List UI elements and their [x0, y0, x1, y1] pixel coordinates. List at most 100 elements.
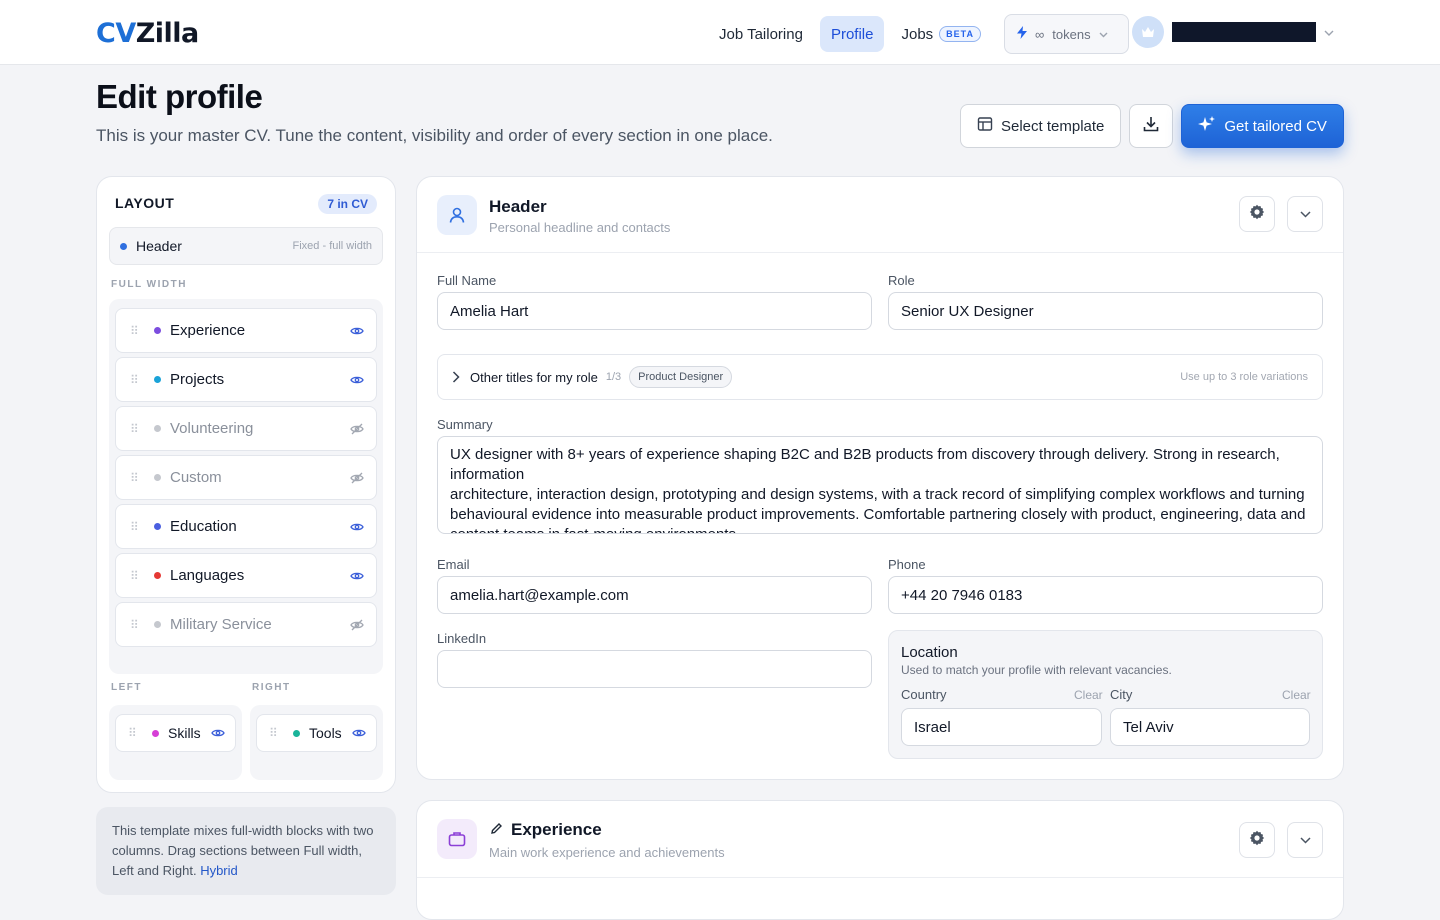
header-section-card: Header Personal headline and contacts Fu…	[416, 176, 1344, 780]
drag-handle-icon[interactable]: ⠿	[130, 471, 142, 485]
section-label: Projects	[170, 371, 225, 388]
city-input[interactable]: Tel Aviv	[1110, 708, 1310, 746]
header-collapse-button[interactable]	[1287, 196, 1323, 232]
nav-jobs[interactable]: Jobs BETA	[890, 16, 992, 52]
eye-off-icon[interactable]	[350, 472, 364, 484]
crown-avatar-icon	[1132, 16, 1164, 48]
chevron-down-icon	[1324, 25, 1334, 39]
summary-line: architecture, interaction design, protot…	[450, 486, 1305, 503]
tokens-label: tokens	[1052, 26, 1091, 42]
pencil-icon[interactable]	[490, 822, 503, 835]
email-input[interactable]: amelia.hart@example.com	[437, 576, 872, 614]
city-label: City	[1110, 687, 1133, 702]
experience-collapse-button[interactable]	[1287, 822, 1323, 858]
role-input[interactable]: Senior UX Designer	[888, 292, 1323, 330]
layout-header-item: Header Fixed - full width	[109, 227, 383, 265]
layout-section-item[interactable]: ⠿ Tools	[256, 714, 377, 752]
section-color-dot	[154, 425, 161, 432]
section-label: Experience	[170, 322, 246, 339]
section-color-dot	[154, 376, 161, 383]
layout-section-item[interactable]: ⠿ Education	[115, 504, 377, 549]
get-tailored-cv-button[interactable]: Get tailored CV	[1181, 104, 1344, 148]
briefcase-icon	[437, 819, 477, 859]
eye-off-icon[interactable]	[350, 619, 364, 631]
eye-off-icon[interactable]	[350, 423, 364, 435]
nav-job-tailoring[interactable]: Job Tailoring	[708, 16, 814, 52]
select-template-label: Select template	[1001, 117, 1105, 135]
cvzilla-logo[interactable]: CVZilla	[96, 18, 199, 49]
full-name-label: Full Name	[437, 273, 497, 288]
layout-hint: This template mixes full-width blocks wi…	[96, 807, 396, 895]
lightning-icon	[1017, 26, 1028, 42]
country-clear-link[interactable]: Clear	[1074, 688, 1103, 702]
gear-icon	[1249, 830, 1265, 851]
location-title: Location	[901, 644, 958, 661]
layout-header-note: Fixed - full width	[292, 240, 372, 252]
layout-section-item[interactable]: ⠿ Skills	[115, 714, 236, 752]
drag-handle-icon[interactable]: ⠿	[130, 324, 142, 338]
experience-card-subtitle: Main work experience and achievements	[489, 845, 725, 860]
nav-jobs-label: Jobs	[901, 25, 934, 43]
layout-panel: LAYOUT 7 in CV Header Fixed - full width…	[96, 176, 396, 793]
chevron-right-icon	[452, 371, 460, 383]
user-menu[interactable]	[1132, 16, 1334, 48]
eye-icon[interactable]	[350, 326, 364, 336]
layout-section-item[interactable]: ⠿ Custom	[115, 455, 377, 500]
eye-icon[interactable]	[350, 571, 364, 581]
role-label: Role	[888, 273, 915, 288]
drag-handle-icon[interactable]: ⠿	[128, 726, 140, 740]
select-template-button[interactable]: Select template	[960, 104, 1122, 148]
tokens-dropdown[interactable]: ∞ tokens	[1004, 14, 1130, 54]
layout-heading: LAYOUT	[115, 195, 175, 211]
email-label: Email	[437, 557, 470, 572]
eye-icon[interactable]	[211, 728, 225, 738]
other-titles-row[interactable]: Other titles for my role 1/3 Product Des…	[437, 354, 1323, 400]
drag-handle-icon[interactable]: ⠿	[130, 569, 142, 583]
beta-badge: BETA	[939, 26, 982, 42]
full-width-dropzone[interactable]: ⠿ Experience ⠿ Projects ⠿ Volunteering ⠿ Custom…	[109, 299, 383, 674]
city-clear-link[interactable]: Clear	[1282, 688, 1311, 702]
main-nav: Job Tailoring Profile Jobs BETA ∞ tokens	[708, 14, 1130, 54]
location-panel: Location Used to match your profile with…	[888, 630, 1323, 759]
country-input[interactable]: Israel	[901, 708, 1102, 746]
in-cv-count-badge: 7 in CV	[318, 194, 377, 214]
layout-section-item[interactable]: ⠿ Volunteering	[115, 406, 377, 451]
section-color-dot	[154, 621, 161, 628]
full-name-input[interactable]: Amelia Hart	[437, 292, 872, 330]
download-button[interactable]	[1129, 104, 1174, 148]
left-column-dropzone[interactable]: ⠿ Skills	[109, 705, 242, 780]
linkedin-input[interactable]	[437, 650, 872, 688]
eye-icon[interactable]	[352, 728, 366, 738]
section-label: Languages	[170, 567, 245, 584]
drag-handle-icon[interactable]: ⠿	[269, 726, 281, 740]
download-icon	[1142, 115, 1160, 137]
location-subtitle: Used to match your profile with relevant…	[901, 663, 1172, 677]
drag-handle-icon[interactable]: ⠿	[130, 422, 142, 436]
gear-icon	[1249, 204, 1265, 225]
template-icon	[977, 116, 993, 136]
nav-profile[interactable]: Profile	[819, 16, 885, 52]
layout-section-item[interactable]: ⠿ Military Service	[115, 602, 377, 647]
experience-settings-button[interactable]	[1239, 822, 1275, 858]
eye-icon[interactable]	[350, 522, 364, 532]
drag-handle-icon[interactable]: ⠿	[130, 373, 142, 387]
header-settings-button[interactable]	[1239, 196, 1275, 232]
drag-handle-icon[interactable]: ⠿	[130, 618, 142, 632]
drag-handle-icon[interactable]: ⠿	[130, 520, 142, 534]
layout-section-item[interactable]: ⠿ Projects	[115, 357, 377, 402]
phone-input[interactable]: +44 20 7946 0183	[888, 576, 1323, 614]
logo-cv-text: CV	[96, 18, 136, 49]
hybrid-template-link[interactable]: Hybrid	[200, 863, 238, 878]
summary-textarea[interactable]: UX designer with 8+ years of experience …	[437, 436, 1323, 534]
section-color-dot	[154, 523, 161, 530]
layout-section-item[interactable]: ⠿ Languages	[115, 553, 377, 598]
chevron-down-icon	[1299, 205, 1311, 223]
tokens-infinity: ∞	[1035, 26, 1045, 42]
layout-section-item[interactable]: ⠿ Experience	[115, 308, 377, 353]
get-tailored-cv-label: Get tailored CV	[1224, 117, 1327, 135]
right-column-dropzone[interactable]: ⠿ Tools	[250, 705, 383, 780]
experience-card-title: Experience	[511, 820, 602, 839]
role-variation-chip[interactable]: Product Designer	[629, 366, 733, 388]
section-color-dot	[154, 327, 161, 334]
eye-icon[interactable]	[350, 375, 364, 385]
